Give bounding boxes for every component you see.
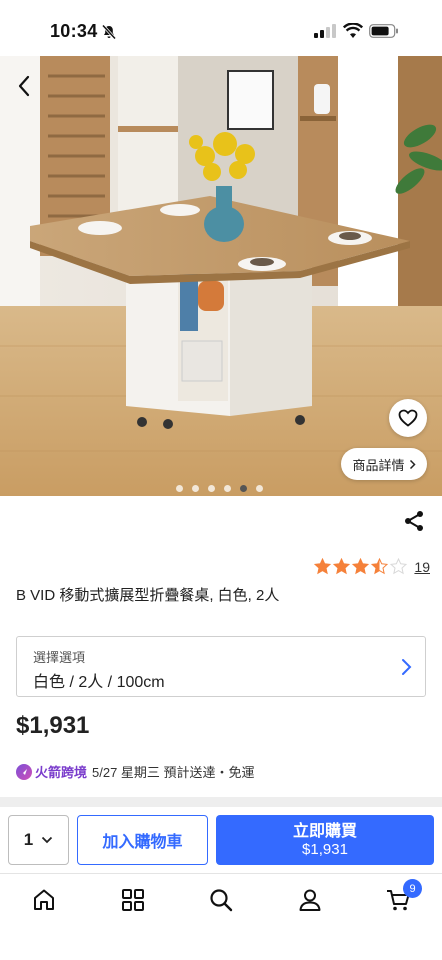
star-icon [352, 558, 370, 575]
cart-count-badge: 9 [403, 879, 422, 898]
share-icon[interactable] [403, 510, 425, 532]
rating-count[interactable]: 19 [414, 559, 430, 575]
delivery-text: 5/27 星期三 預計送達・免運 [92, 765, 255, 780]
status-time: 10:34 [50, 21, 98, 41]
carousel-dot[interactable] [256, 485, 263, 492]
account-icon[interactable] [297, 887, 323, 913]
option-label: 選擇選項 [33, 650, 86, 665]
carousel-dot[interactable] [176, 485, 183, 492]
star-icon [314, 558, 332, 575]
buy-now-label: 立即購買 [292, 822, 357, 840]
bell-muted-icon [101, 24, 117, 40]
carousel-dot[interactable] [224, 485, 231, 492]
search-icon[interactable] [208, 887, 234, 913]
tab-bar-divider [0, 873, 442, 874]
rating-stars [314, 558, 408, 575]
product-photo [0, 56, 442, 496]
wifi-icon [343, 23, 363, 38]
option-selector[interactable]: 選擇選項 白色 / 2人 / 100cm [16, 636, 426, 697]
categories-icon[interactable] [120, 887, 146, 913]
wishlist-button[interactable] [389, 399, 427, 437]
chevron-down-icon [42, 836, 53, 844]
carousel-dot[interactable] [192, 485, 199, 492]
product-price: $1,931 [16, 712, 90, 739]
carousel-dot[interactable] [208, 485, 215, 492]
rocket-brand: 火箭跨境 [35, 765, 88, 780]
buy-now-button[interactable]: 立即購買 $1,931 [216, 815, 434, 865]
product-rating[interactable]: 19 [314, 558, 430, 575]
battery-icon [369, 24, 398, 38]
option-value: 白色 / 2人 / 100cm [33, 674, 165, 691]
chevron-right-icon [402, 659, 412, 675]
carousel-dot[interactable] [240, 485, 247, 492]
rocket-icon [16, 763, 32, 780]
delivery-info: 火箭跨境 5/27 星期三 預計送達・免運 [16, 762, 255, 781]
star-icon [333, 558, 351, 575]
section-divider [0, 797, 442, 807]
add-to-cart-button[interactable]: 加入購物車 [77, 815, 208, 865]
status-bar: 10:34 [0, 0, 442, 56]
product-image-carousel[interactable]: 商品詳情 [0, 56, 442, 496]
home-icon[interactable] [31, 887, 57, 913]
carousel-indicator [176, 485, 263, 492]
star-icon [371, 558, 389, 575]
product-details-label: 商品詳情 [352, 457, 405, 473]
quantity-value: 1 [23, 830, 34, 849]
back-button[interactable] [10, 70, 38, 102]
quantity-selector[interactable]: 1 [8, 815, 69, 865]
buy-now-price: $1,931 [302, 840, 348, 858]
product-title: B VID 移動式擴展型折疊餐桌, 白色, 2人 [16, 587, 280, 604]
cellular-signal-icon [314, 24, 336, 38]
heart-icon [398, 409, 418, 427]
chevron-right-icon [409, 459, 416, 469]
product-details-button[interactable]: 商品詳情 [341, 448, 427, 480]
chevron-left-icon [18, 75, 30, 97]
star-icon [390, 558, 408, 575]
